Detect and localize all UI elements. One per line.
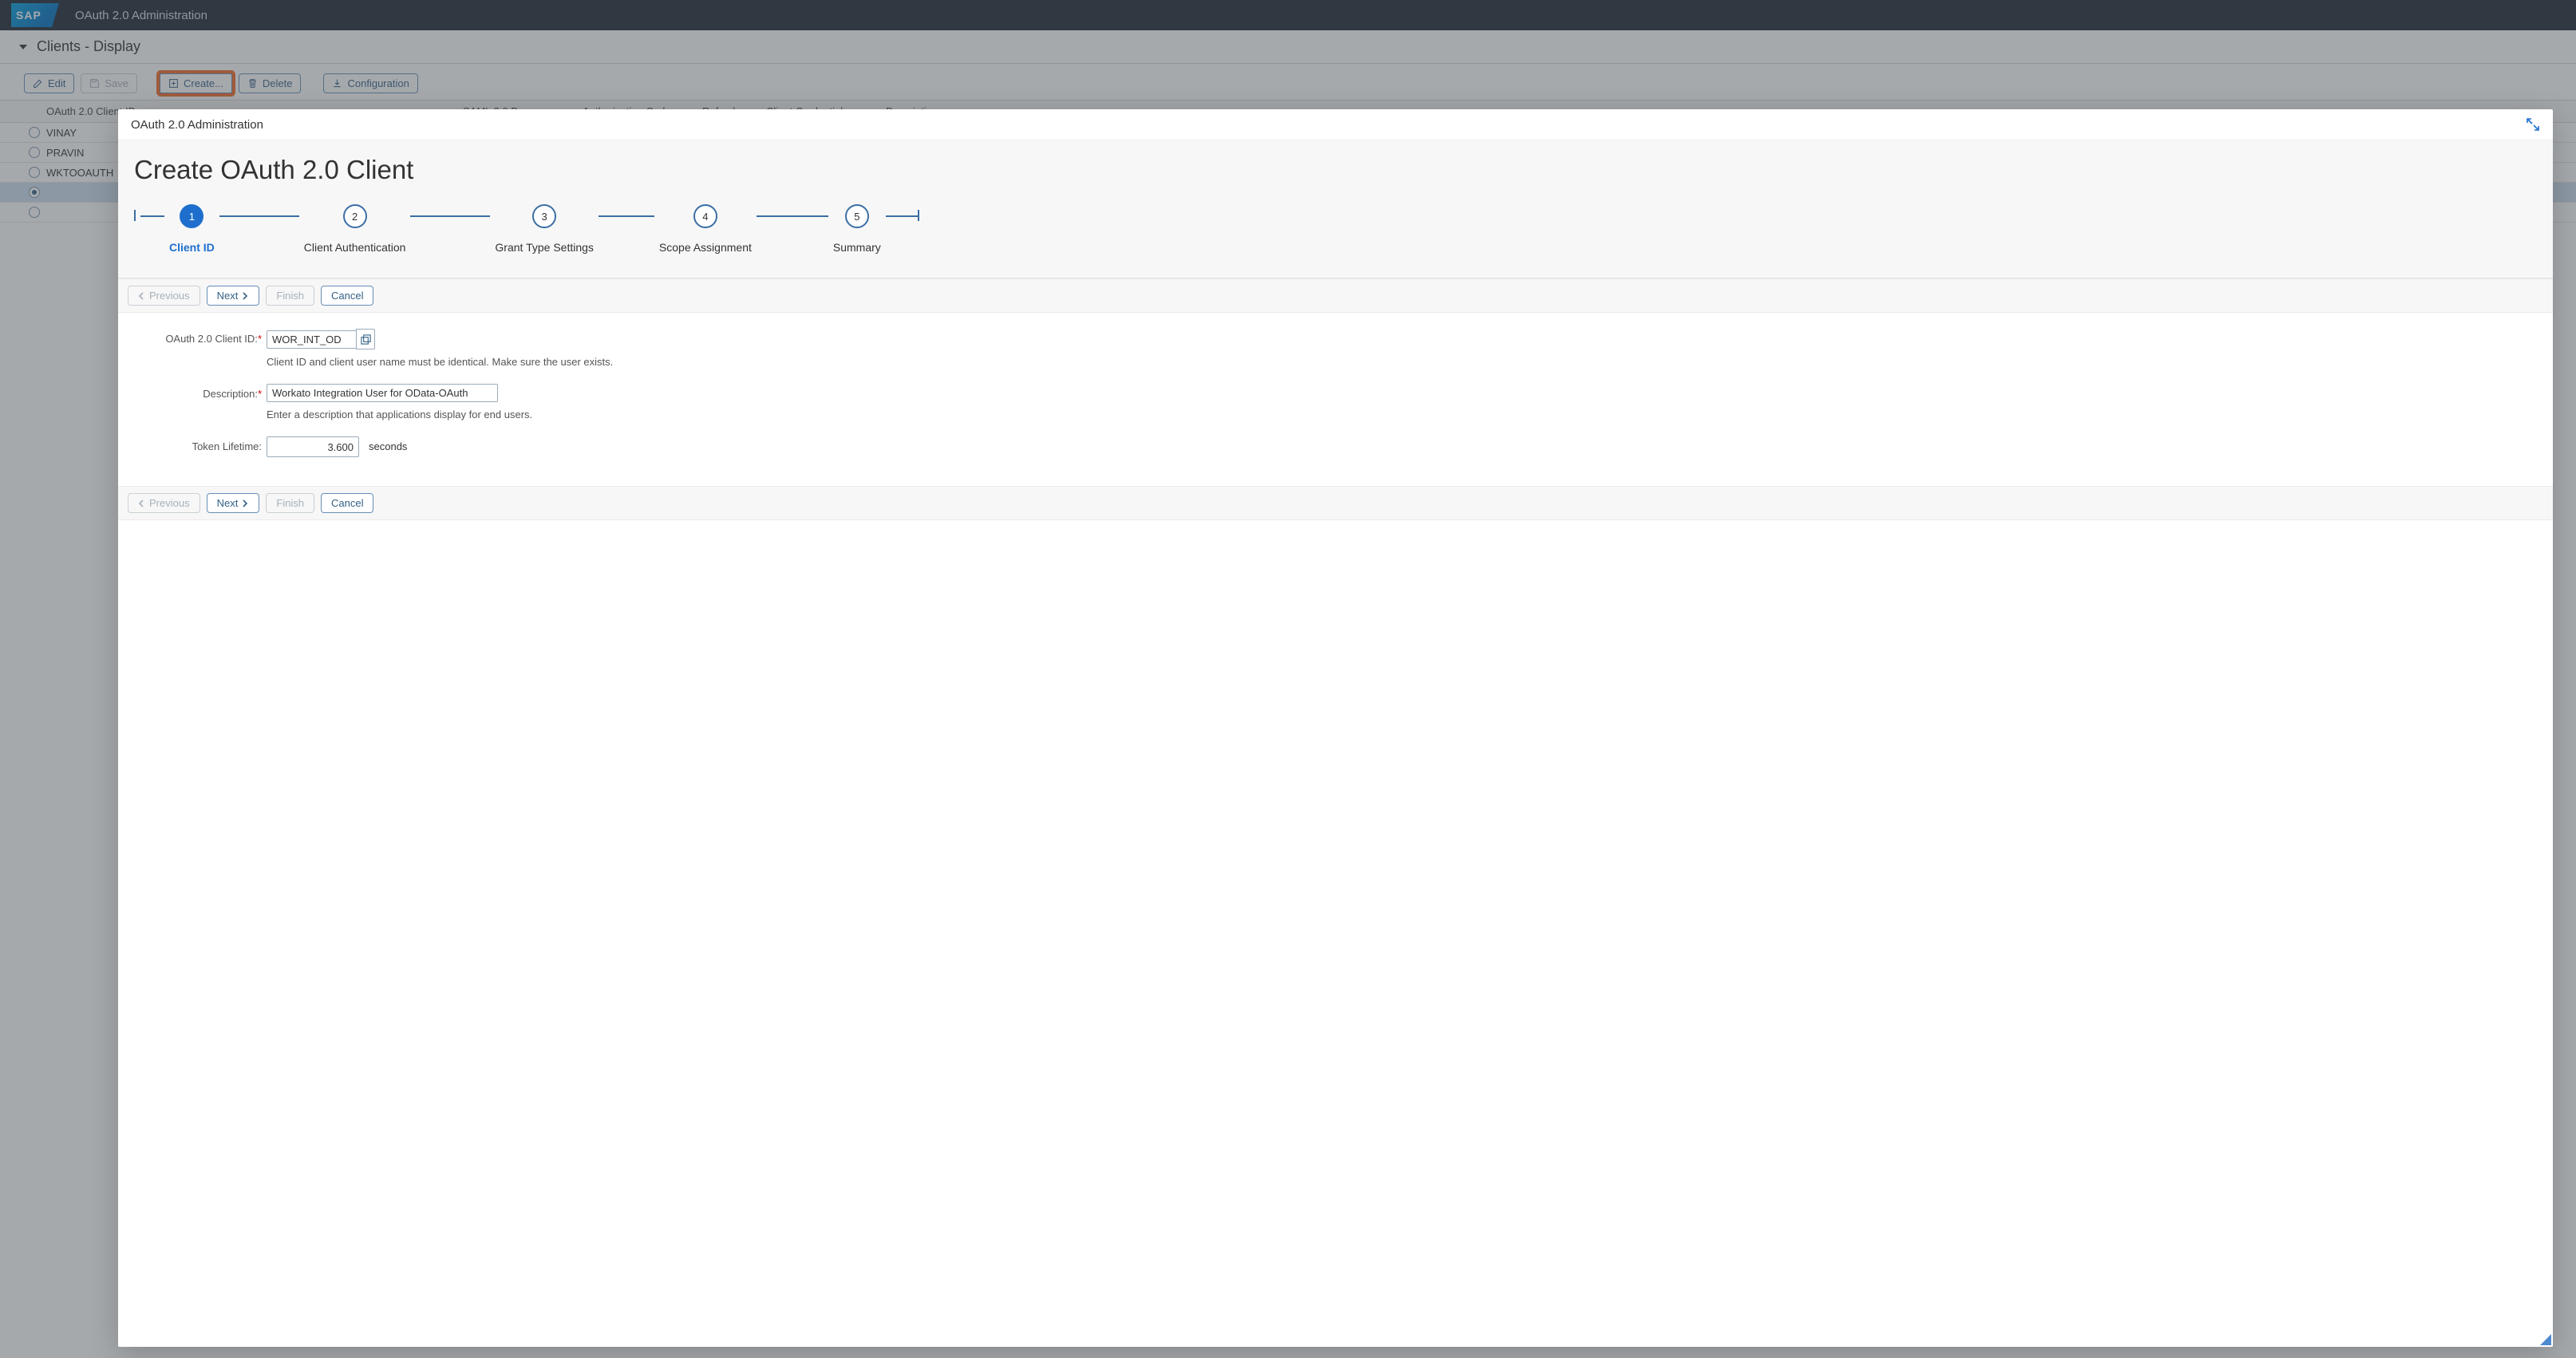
step-label: Client Authentication [304,241,406,254]
description-label: Description:* [134,384,267,405]
client-id-input[interactable] [267,330,356,349]
step-label: Scope Assignment [659,241,752,254]
description-hint: Enter a description that applications di… [267,405,532,432]
value-help-icon [361,334,371,345]
finish-button: Finish [266,286,314,306]
previous-button: Previous [128,493,200,513]
wizard-form: OAuth 2.0 Client ID:* Client ID and clie… [118,313,2553,486]
step-label: Grant Type Settings [495,241,593,254]
step-number: 5 [845,204,869,228]
create-client-dialog: OAuth 2.0 Administration Create OAuth 2.… [118,109,2553,1347]
wizard-header: Create OAuth 2.0 Client 1 Client ID 2 Cl… [118,140,2553,278]
client-id-label: OAuth 2.0 Client ID:* [134,329,267,349]
value-help-button[interactable] [356,329,375,349]
token-lifetime-label: Token Lifetime: [134,436,267,457]
step-summary[interactable]: 5 Summary [833,204,881,254]
next-label: Next [217,290,239,302]
step-label: Summary [833,241,881,254]
client-id-hint: Client ID and client user name must be i… [267,353,613,379]
chevron-left-icon [138,499,146,507]
next-button[interactable]: Next [207,493,260,513]
finish-label: Finish [276,290,304,302]
step-number: 3 [532,204,556,228]
resize-handle[interactable] [2540,1334,2551,1345]
step-number: 4 [693,204,717,228]
finish-label: Finish [276,497,304,509]
wizard-stepper: 1 Client ID 2 Client Authentication 3 Gr… [118,204,2553,254]
chevron-right-icon [241,292,249,300]
step-scope[interactable]: 4 Scope Assignment [659,204,752,254]
expand-icon[interactable] [2526,117,2540,132]
next-label: Next [217,497,239,509]
wizard-buttons-top: Previous Next Finish Cancel [118,278,2553,313]
chevron-left-icon [138,292,146,300]
step-number: 2 [343,204,367,228]
cancel-button[interactable]: Cancel [321,286,373,306]
dialog-title: OAuth 2.0 Administration [131,118,263,132]
step-number: 1 [180,204,203,228]
wizard-buttons-bottom: Previous Next Finish Cancel [118,486,2553,520]
step-grant-type[interactable]: 3 Grant Type Settings [495,204,593,254]
description-input[interactable] [267,384,498,402]
previous-button: Previous [128,286,200,306]
step-client-auth[interactable]: 2 Client Authentication [304,204,406,254]
step-label: Client ID [169,241,215,254]
cancel-button[interactable]: Cancel [321,493,373,513]
cancel-label: Cancel [331,290,363,302]
chevron-right-icon [241,499,249,507]
previous-label: Previous [149,497,190,509]
finish-button: Finish [266,493,314,513]
previous-label: Previous [149,290,190,302]
next-button[interactable]: Next [207,286,260,306]
wizard-title: Create OAuth 2.0 Client [118,155,2553,204]
cancel-label: Cancel [331,497,363,509]
dialog-header: OAuth 2.0 Administration [118,109,2553,140]
step-client-id[interactable]: 1 Client ID [169,204,215,254]
token-lifetime-input[interactable] [267,436,359,457]
token-unit: seconds [369,436,407,457]
